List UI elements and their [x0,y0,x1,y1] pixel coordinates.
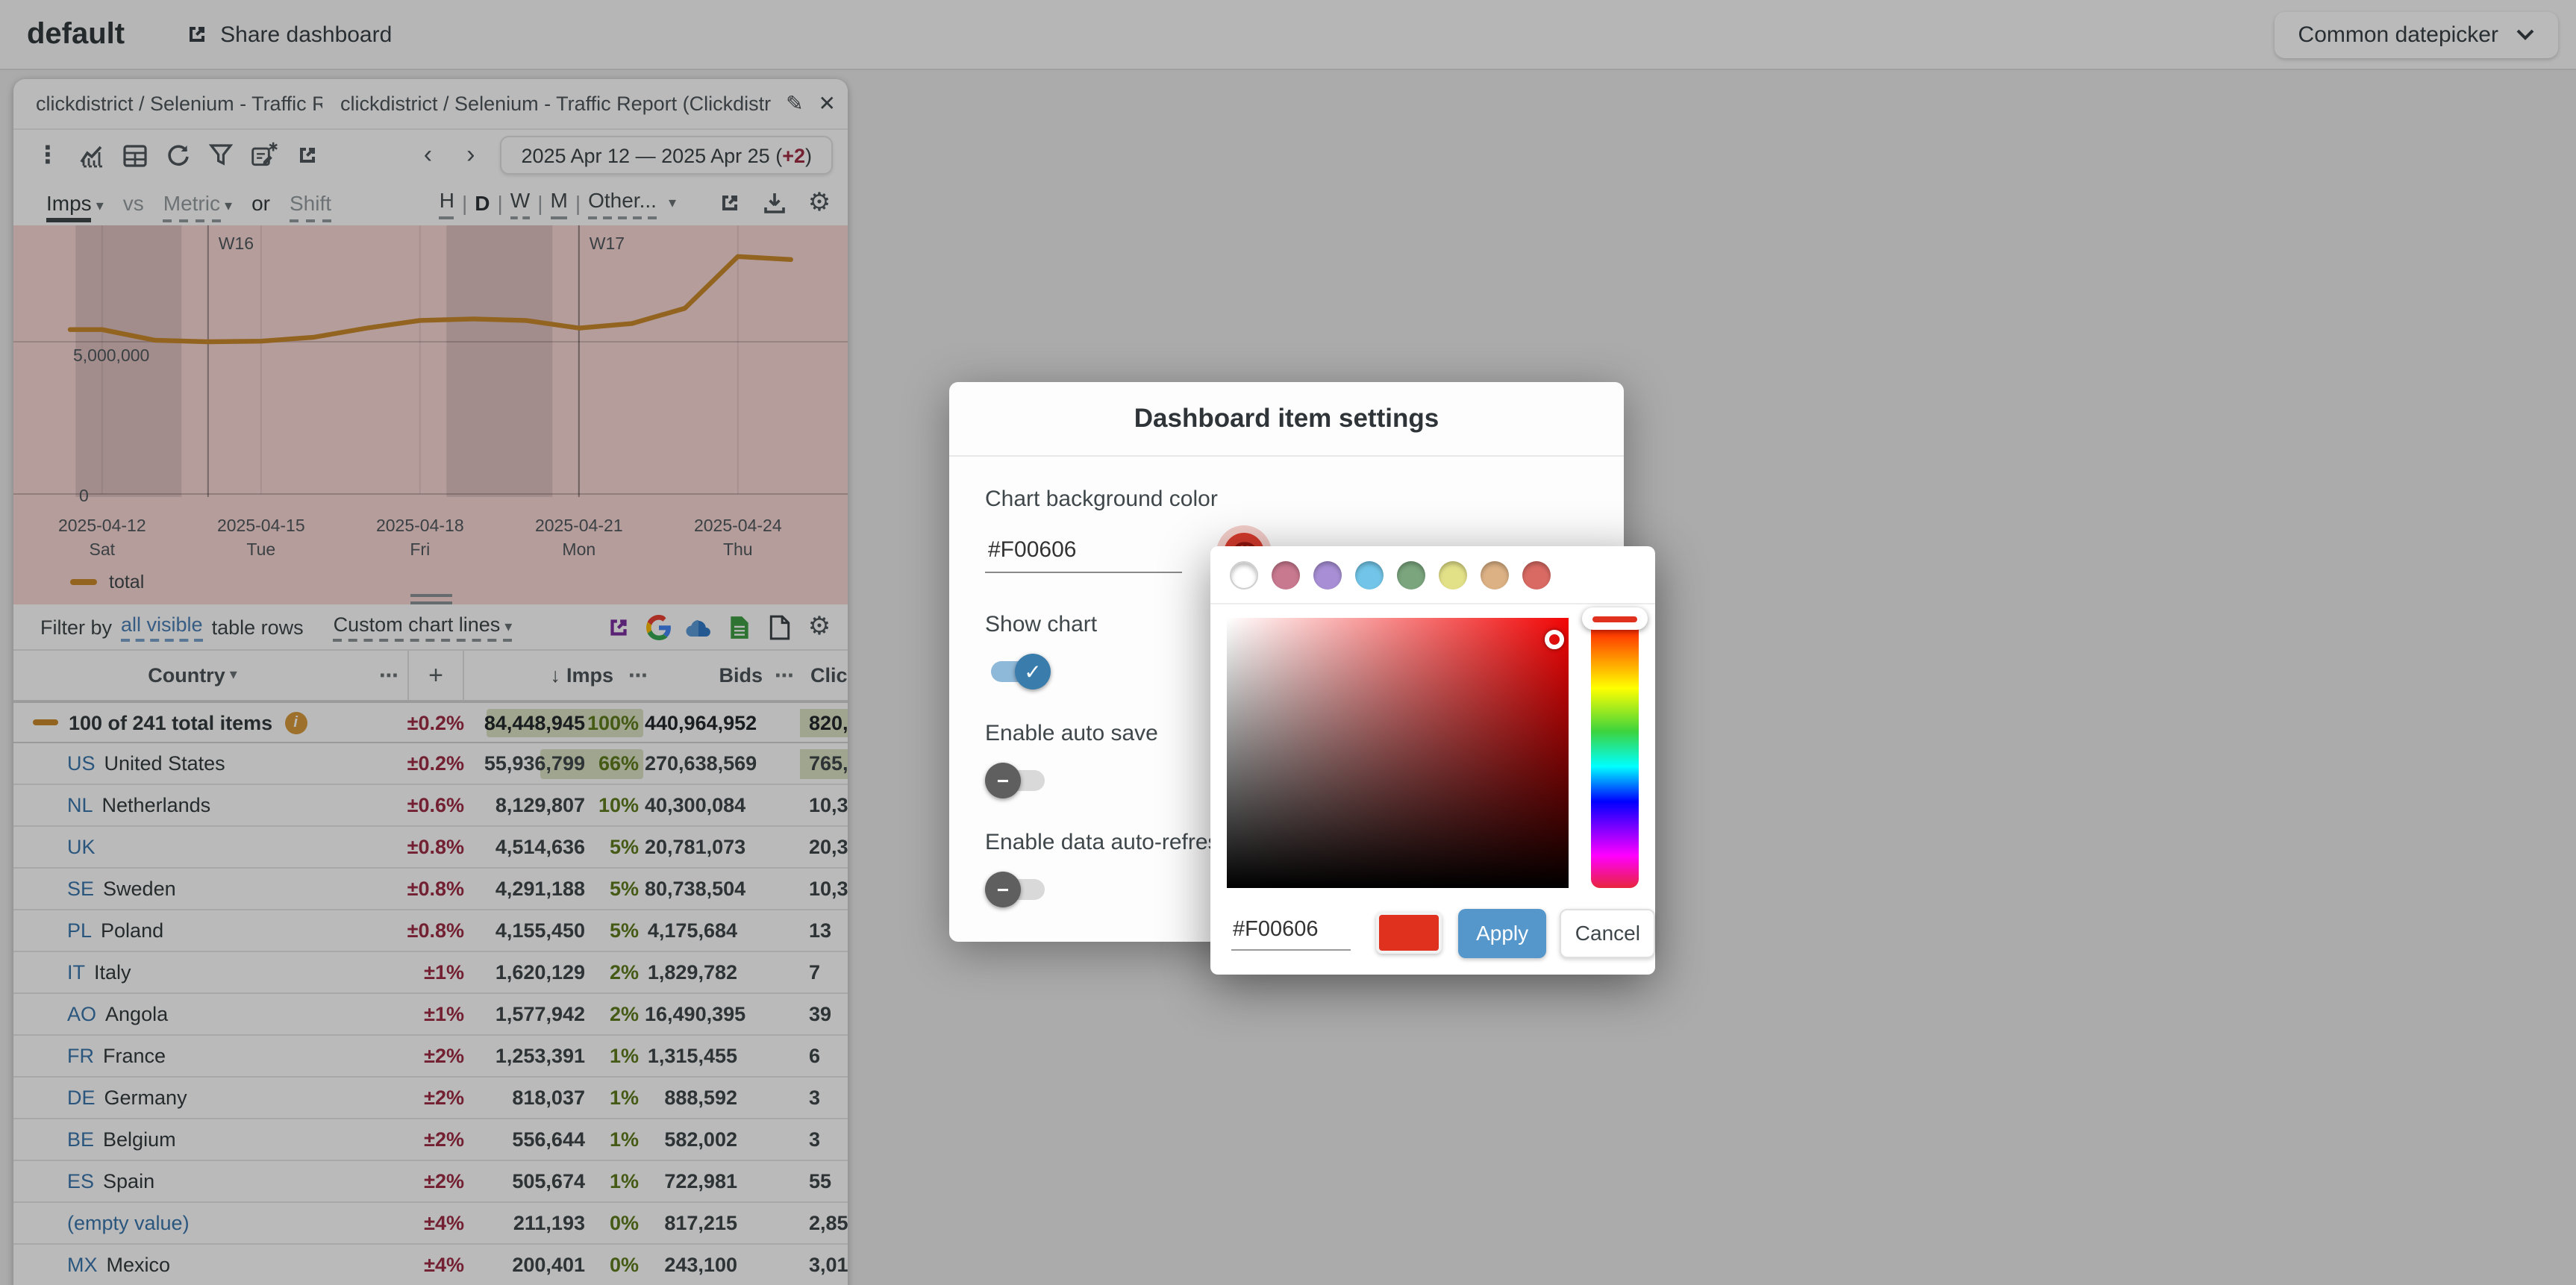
minus-icon: − [985,763,1021,798]
hue-slider[interactable] [1591,618,1639,888]
color-preset-a88fd5[interactable] [1313,561,1342,590]
color-preset-e3e188[interactable] [1439,561,1467,590]
screen: default Share dashboard Common datepicke… [0,0,2576,1285]
modal-title: Dashboard item settings [949,382,1624,457]
saturation-value-gradient[interactable] [1227,618,1569,888]
picker-color-swatch[interactable] [1376,912,1442,954]
color-preset-72c5e8[interactable] [1355,561,1384,590]
color-picker-popover: Apply Cancel [1210,546,1655,975]
toggle-switch[interactable]: ✓ [991,661,1045,682]
color-preset-none[interactable] [1230,561,1258,590]
check-icon: ✓ [1015,654,1051,690]
color-preset-d96a63[interactable] [1522,561,1551,590]
minus-icon: − [985,872,1021,907]
chart-background-color-label: Chart background color [985,487,1588,512]
chart-background-color-input[interactable] [985,534,1182,572]
toggle-switch[interactable]: − [991,770,1045,791]
cancel-button[interactable]: Cancel [1560,908,1655,957]
color-preset-c9798f[interactable] [1272,561,1300,590]
picker-footer: Apply Cancel [1210,903,1655,963]
color-preset-7aa57d[interactable] [1397,561,1425,590]
picker-hex-input[interactable] [1231,915,1351,951]
hue-slider-handle[interactable] [1582,607,1648,630]
toggle-switch[interactable]: − [991,879,1045,900]
color-selection-ring[interactable] [1545,630,1564,649]
color-presets-row [1210,546,1655,604]
apply-button[interactable]: Apply [1458,908,1547,957]
color-preset-dcb184[interactable] [1481,561,1509,590]
